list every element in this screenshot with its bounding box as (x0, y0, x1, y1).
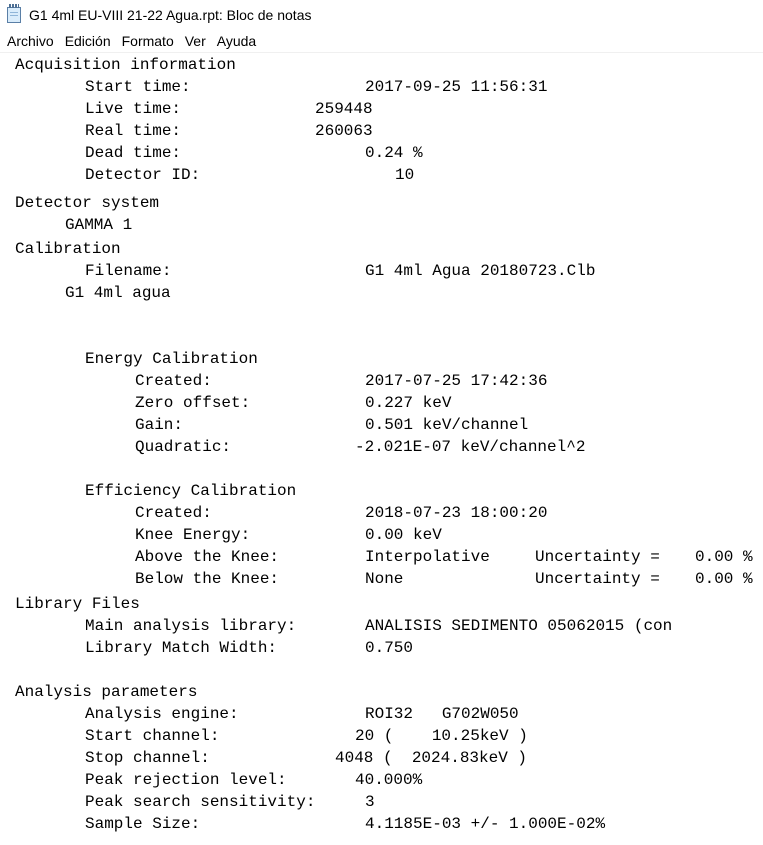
above-knee-uncertainty-value: 0.00 % (695, 548, 753, 566)
live-time-label: Live time: (85, 100, 182, 118)
detector-id-value: 10 (395, 166, 415, 184)
stop-channel-label: Stop channel: (85, 749, 210, 767)
main-library-value: ANALISIS SEDIMENTO 05062015 (con (365, 617, 673, 635)
start-channel-value: 20 ( 10.25keV ) (355, 727, 528, 745)
text-editor-area[interactable]: Acquisition information Start time: 2017… (0, 53, 763, 845)
section-detector-header: Detector system (15, 194, 160, 212)
energy-calibration-header: Energy Calibration (85, 350, 258, 368)
section-library-header: Library Files (15, 595, 140, 613)
real-time-value: 260063 (315, 122, 373, 140)
analysis-engine-value: ROI32 G702W050 (365, 705, 519, 723)
efficiency-created-value: 2018-07-23 18:00:20 (365, 504, 548, 522)
calibration-description: G1 4ml agua (65, 284, 171, 302)
stop-channel-value: 4048 ( 2024.83keV ) (335, 749, 528, 767)
notepad-icon (7, 4, 21, 23)
below-knee-uncertainty-value: 0.00 % (695, 570, 753, 588)
peak-search-value: 3 (365, 793, 375, 811)
below-knee-value: None (365, 570, 404, 588)
below-knee-label: Below the Knee: (135, 570, 280, 588)
match-width-value: 0.750 (365, 639, 414, 657)
match-width-label: Library Match Width: (85, 639, 278, 657)
sample-size-label: Sample Size: (85, 815, 201, 833)
peak-search-label: Peak search sensitivity: (85, 793, 316, 811)
menu-formato[interactable]: Formato (118, 33, 178, 49)
above-knee-value: Interpolative (365, 548, 490, 566)
peak-rejection-label: Peak rejection level: (85, 771, 287, 789)
gain-value: 0.501 keV/channel (365, 416, 529, 434)
start-time-label: Start time: (85, 78, 191, 96)
analysis-engine-label: Analysis engine: (85, 705, 239, 723)
efficiency-created-label: Created: (135, 504, 212, 522)
calibration-filename-value: G1 4ml Agua 20180723.Clb (365, 262, 596, 280)
gain-label: Gain: (135, 416, 184, 434)
energy-created-value: 2017-07-25 17:42:36 (365, 372, 548, 390)
zero-offset-value: 0.227 keV (365, 394, 452, 412)
knee-energy-value: 0.00 keV (365, 526, 442, 544)
efficiency-calibration-header: Efficiency Calibration (85, 482, 297, 500)
start-time-value: 2017-09-25 11:56:31 (365, 78, 548, 96)
quadratic-label: Quadratic: (135, 438, 232, 456)
live-time-value: 259448 (315, 100, 373, 118)
menu-archivo[interactable]: Archivo (3, 33, 58, 49)
menu-ver[interactable]: Ver (181, 33, 210, 49)
calibration-filename-label: Filename: (85, 262, 172, 280)
title-bar: G1 4ml EU-VIII 21-22 Agua.rpt: Bloc de n… (0, 0, 763, 30)
menu-edicion[interactable]: Edición (61, 33, 115, 49)
dead-time-value: 0.24 % (365, 144, 423, 162)
section-calibration-header: Calibration (15, 240, 121, 258)
dead-time-label: Dead time: (85, 144, 182, 162)
menu-ayuda[interactable]: Ayuda (213, 33, 260, 49)
energy-created-label: Created: (135, 372, 212, 390)
menu-bar: Archivo Edición Formato Ver Ayuda (0, 30, 763, 53)
real-time-label: Real time: (85, 122, 182, 140)
peak-rejection-value: 40.000% (355, 771, 423, 789)
detector-id-label: Detector ID: (85, 166, 201, 184)
quadratic-value: -2.021E-07 keV/channel^2 (355, 438, 586, 456)
above-knee-label: Above the Knee: (135, 548, 280, 566)
zero-offset-label: Zero offset: (135, 394, 251, 412)
section-acquisition-header: Acquisition information (15, 56, 236, 74)
below-knee-uncertainty-label: Uncertainty = (535, 570, 660, 588)
detector-name: GAMMA 1 (65, 216, 133, 234)
window-title: G1 4ml EU-VIII 21-22 Agua.rpt: Bloc de n… (29, 7, 312, 23)
above-knee-uncertainty-label: Uncertainty = (535, 548, 660, 566)
main-library-label: Main analysis library: (85, 617, 297, 635)
sample-size-value: 4.1185E-03 +/- 1.000E-02% (365, 815, 606, 833)
start-channel-label: Start channel: (85, 727, 220, 745)
section-analysis-header: Analysis parameters (15, 683, 198, 701)
knee-energy-label: Knee Energy: (135, 526, 251, 544)
